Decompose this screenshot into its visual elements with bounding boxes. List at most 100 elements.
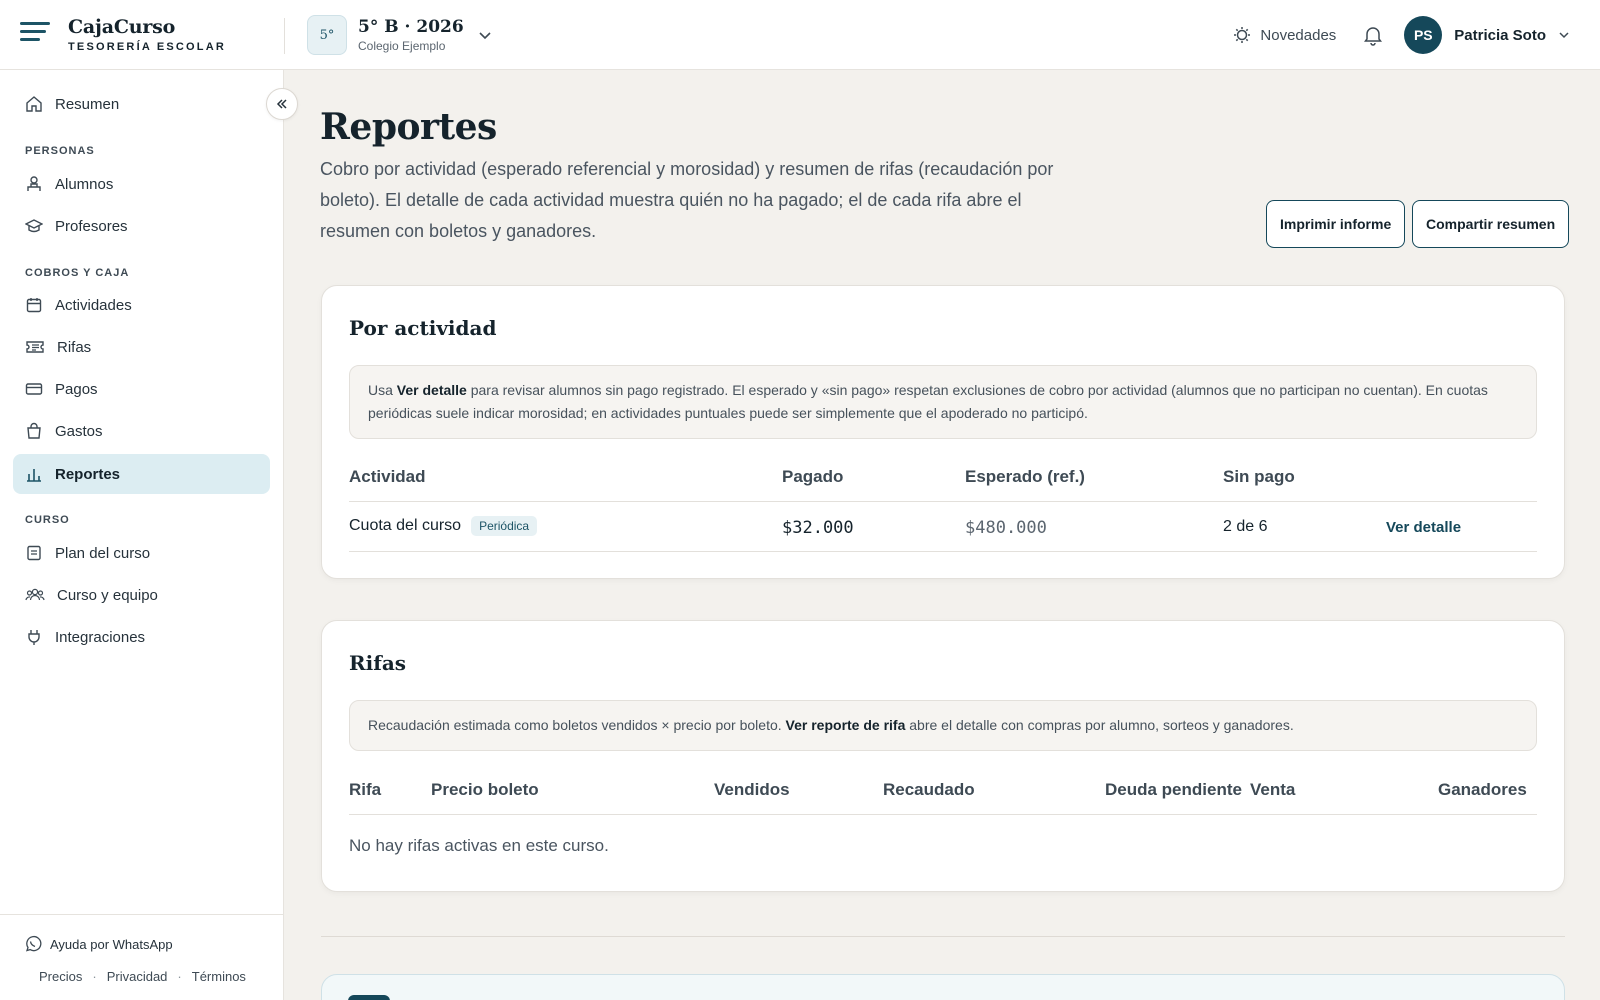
course-school: Colegio Ejemplo: [358, 39, 446, 53]
raffles-report-card: Rifas Recaudación estimada como boletos …: [321, 620, 1565, 892]
home-icon: [26, 96, 42, 112]
graduation-cap-icon: [25, 219, 43, 233]
nav-section-personas: PERSONAS: [25, 145, 95, 157]
table-divider: [349, 814, 1537, 815]
card-title: Rifas: [349, 651, 407, 675]
course-title: 5° B · 2026: [358, 17, 464, 37]
link-privacidad[interactable]: Privacidad: [107, 969, 168, 984]
sidebar-item-rifas[interactable]: Rifas: [13, 327, 270, 367]
cell-pagado: $32.000: [782, 518, 854, 538]
whatsapp-label: Ayuda por WhatsApp: [50, 936, 173, 952]
avatar[interactable]: PS: [1404, 16, 1443, 54]
sidebar-item-label: Pagos: [55, 380, 98, 398]
view-detail-link[interactable]: Ver detalle: [1386, 519, 1461, 536]
card-title: Por actividad: [349, 316, 497, 340]
sidebar-item-label: Reportes: [55, 465, 121, 483]
link-terminos[interactable]: Términos: [192, 969, 246, 984]
note-text: Recaudación estimada como boletos vendid…: [368, 717, 786, 733]
sidebar-item-plan[interactable]: Plan del curso: [13, 533, 270, 573]
cell-esperado: $480.000: [965, 518, 1047, 538]
news-button[interactable]: Novedades: [1232, 25, 1336, 45]
lightbulb-icon: [1234, 27, 1251, 43]
top-bar: CajaCurso TESORERÍA ESCOLAR 5° 5° B · 20…: [0, 0, 1600, 70]
column-header-deuda: Deuda pendiente: [1105, 780, 1242, 799]
users-icon: [25, 588, 45, 601]
link-precios[interactable]: Precios: [39, 969, 82, 984]
table-divider: [349, 551, 1537, 552]
sidebar-item-gastos[interactable]: Gastos: [13, 411, 270, 451]
column-header-ganadores: Ganadores: [1438, 780, 1527, 799]
sidebar-item-label: Profesores: [55, 217, 128, 235]
whatsapp-help-link[interactable]: Ayuda por WhatsApp: [24, 935, 173, 953]
brand-logo[interactable]: CajaCurso TESORERÍA ESCOLAR: [68, 16, 226, 53]
column-header-precio: Precio boleto: [431, 780, 539, 799]
column-header-sin-pago: Sin pago: [1223, 467, 1295, 486]
sidebar-item-profesores[interactable]: Profesores: [13, 206, 270, 246]
activity-report-card: Por actividad Usa Ver detalle para revis…: [321, 285, 1565, 579]
info-note: Usa Ver detalle para revisar alumnos sin…: [349, 365, 1537, 439]
table-divider: [349, 501, 1537, 502]
note-emphasis: Ver detalle: [396, 382, 467, 398]
sidebar-item-pagos[interactable]: Pagos: [13, 369, 270, 409]
chevron-down-icon[interactable]: [1558, 29, 1570, 41]
sidebar-item-resumen[interactable]: Resumen: [13, 84, 270, 124]
student-icon: [27, 176, 41, 191]
section-chip: [348, 995, 390, 1000]
next-section-card: [321, 974, 1565, 1000]
sidebar-item-integraciones[interactable]: Integraciones: [13, 617, 270, 657]
note-text: Usa: [368, 382, 397, 398]
sidebar-item-label: Curso y equipo: [57, 586, 158, 604]
menu-icon[interactable]: [20, 22, 50, 46]
column-header-pagado: Pagado: [782, 467, 844, 486]
sidebar-item-label: Alumnos: [55, 175, 114, 193]
activity-name: Cuota del curso: [349, 517, 462, 535]
chevron-down-icon: [479, 32, 491, 40]
note-text: abre el detalle con compras por alumno, …: [905, 717, 1294, 733]
sidebar-item-label: Actividades: [55, 296, 132, 314]
column-header-venta: Venta: [1250, 780, 1296, 799]
credit-card-icon: [25, 383, 43, 395]
whatsapp-icon: [25, 935, 42, 952]
page-description: Cobro por actividad (esperado referencia…: [320, 159, 1054, 241]
note-emphasis: Ver reporte de rifa: [785, 717, 906, 733]
info-note: Recaudación estimada como boletos vendid…: [349, 700, 1537, 751]
course-switcher[interactable]: 5° 5° B · 2026 Colegio Ejemplo: [307, 15, 492, 55]
share-summary-button[interactable]: Compartir resumen: [1412, 200, 1570, 248]
cell-activity-name: Cuota del curso Periódica: [349, 516, 538, 536]
nav-section-curso: CURSO: [25, 514, 70, 526]
sidebar-item-label: Resumen: [55, 95, 120, 113]
bar-chart-icon: [27, 469, 41, 482]
double-chevron-left-icon: [276, 99, 287, 109]
section-divider: [321, 936, 1565, 937]
collapse-sidebar-button[interactable]: [266, 88, 298, 120]
footer-links: Precios · Privacidad · Términos: [39, 969, 246, 984]
sidebar-item-actividades[interactable]: Actividades: [13, 285, 270, 325]
note-text: para revisar alumnos sin pago registrado…: [368, 382, 1488, 421]
sidebar-item-equipo[interactable]: Curso y equipo: [13, 575, 270, 615]
sidebar-item-label: Rifas: [57, 338, 92, 356]
page-title: Reportes: [320, 106, 497, 148]
column-header-recaudado: Recaudado: [883, 780, 975, 799]
cell-sin-pago: 2 de 6: [1223, 518, 1268, 535]
brand-name: CajaCurso: [68, 16, 176, 38]
nav-section-cobros: COBROS Y CAJA: [25, 267, 130, 279]
sidebar-item-label: Integraciones: [55, 628, 146, 646]
sidebar-item-label: Plan del curso: [55, 544, 151, 562]
sidebar-item-reportes[interactable]: Reportes: [13, 454, 270, 494]
sidebar-item-alumnos[interactable]: Alumnos: [13, 164, 270, 204]
sidebar-footer: Ayuda por WhatsApp Precios · Privacidad …: [0, 914, 284, 984]
user-name[interactable]: Patricia Soto: [1454, 27, 1546, 44]
brand-subtitle: TESORERÍA ESCOLAR: [68, 41, 227, 53]
shopping-bag-icon: [27, 422, 41, 439]
calendar-icon: [26, 298, 42, 313]
bell-icon[interactable]: [1362, 24, 1384, 46]
separator-dot: ·: [177, 969, 182, 984]
periodic-tag: Periódica: [471, 516, 538, 536]
document-icon: [27, 545, 41, 561]
print-report-button[interactable]: Imprimir informe: [1266, 200, 1406, 248]
main-content: Reportes Cobro por actividad (esperado r…: [285, 70, 1600, 1000]
column-header-rifa: Rifa: [349, 780, 382, 799]
separator-dot: ·: [92, 969, 97, 984]
empty-state-message: No hay rifas activas en este curso.: [349, 836, 609, 855]
news-label: Novedades: [1260, 26, 1337, 44]
